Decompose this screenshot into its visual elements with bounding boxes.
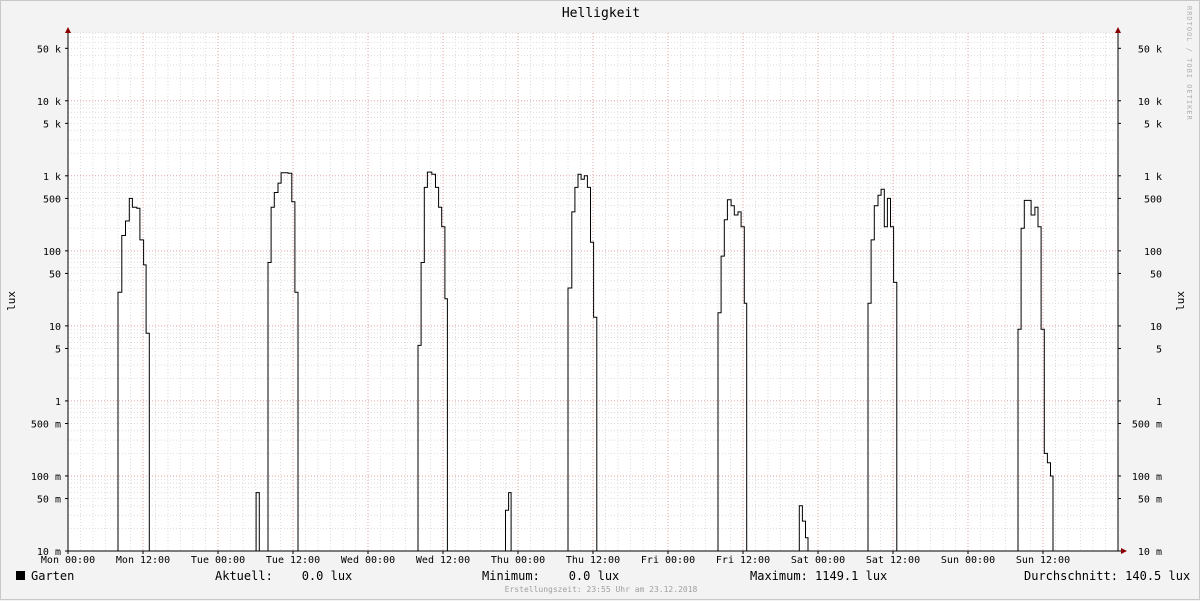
y-tick-label-right: 1 [1156,397,1162,408]
y-tick-label-right: 500 m [1132,420,1162,431]
y-tick-label-right: 500 [1144,194,1162,205]
x-tick-label: Fri 12:00 [716,555,770,566]
y-tick-label-right: 50 m [1138,495,1162,506]
y-tick-label: 500 m [31,420,61,431]
chart-frame: Helligkeit RRDTOOL / TOBI OETIKER lux lu… [0,0,1200,600]
y-tick-label-right: 100 [1144,247,1162,258]
y-tick-label: 100 [43,247,61,258]
y-tick-label: 1 [55,397,61,408]
y-tick-label-right: 100 m [1132,472,1162,483]
x-tick-label: Thu 12:00 [566,555,620,566]
y-tick-label: 500 [43,194,61,205]
x-ticks: Mon 00:00 Mon 12:00 Tue 00:00 Tue 12:00 Wed … [41,551,1070,566]
x-tick-label: Mon 00:00 [41,555,95,566]
x-tick-label: Fri 00:00 [641,555,695,566]
y-tick-label-right: 5 [1156,344,1162,355]
x-tick-label: Wed 00:00 [341,555,395,566]
y-ticks-right: 10 m 50 m 100 m 500 m 1 5 10 50 100 500 1 k 5 k 10 k… [1118,44,1162,558]
x-tick-label: Sun 00:00 [941,555,995,566]
y-tick-label-right: 10 m [1138,547,1162,558]
x-tick-label: Tue 12:00 [266,555,320,566]
y-tick-label: 1 k [43,172,61,183]
y-tick-label-right: 50 k [1138,44,1162,55]
y-tick-label: 100 m [31,472,61,483]
y-tick-label: 5 [55,344,61,355]
y-tick-label: 5 k [43,119,61,130]
x-tick-label: Tue 00:00 [191,555,245,566]
y-axis-arrow-icon [65,27,71,33]
x-tick-label: Wed 12:00 [416,555,470,566]
x-tick-label: Sun 12:00 [1016,555,1070,566]
plot-area: 10 m 50 m 100 m 500 m 1 5 10 50 100 500 1 k 5 k 10 k… [31,27,1162,566]
y-tick-label-right: 10 [1150,322,1162,333]
legend-current: Aktuell: 0.0 lux [215,569,353,583]
y-tick-label-right: 5 k [1144,119,1162,130]
legend-minimum: Minimum: 0.0 lux [482,569,620,583]
y-tick-label-right: 1 k [1144,172,1162,183]
y-tick-label: 50 k [37,44,61,55]
x-tick-label: Sat 00:00 [791,555,845,566]
x-tick-label: Sat 12:00 [866,555,920,566]
y-tick-label: 10 [49,322,61,333]
footer-timestamp: Erstellungszeit: 23:55 Uhr am 23.12.2018 [504,585,698,594]
x-tick-label: Mon 12:00 [116,555,170,566]
x-tick-label: Thu 00:00 [491,555,545,566]
y-tick-label: 50 [49,269,61,280]
y-tick-label-right: 10 k [1138,97,1162,108]
y-tick-label: 10 k [37,97,61,108]
legend-average: Durchschnitt: 140.5 lux [1024,569,1191,583]
legend-series-label: Garten [31,569,75,583]
x-axis-arrow-icon [1121,548,1127,554]
y-ticks-left: 10 m50 m100 m500 m1510501005001 k5 k10 k… [31,44,68,558]
y-tick-label: 50 m [37,495,61,506]
legend-maximum: Maximum: 1149.1 lux [750,569,888,583]
y-axis-right-arrow-icon [1115,27,1121,33]
legend-swatch-icon [16,571,25,580]
y-tick-label-right: 50 [1150,269,1162,280]
